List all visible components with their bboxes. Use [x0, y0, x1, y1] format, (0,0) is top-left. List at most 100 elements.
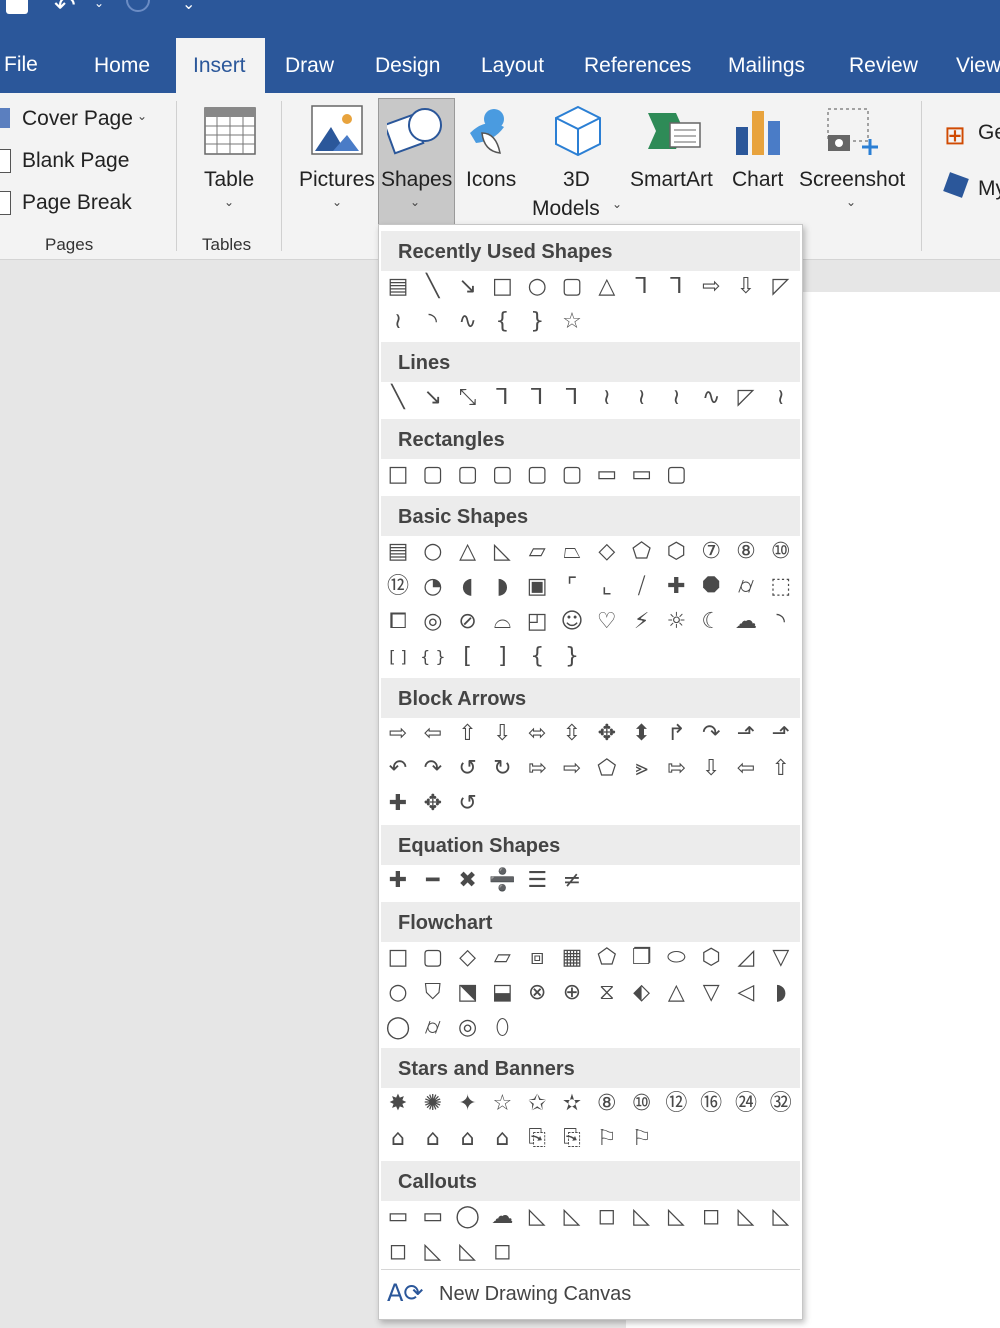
shape-icon[interactable]: ↺ — [453, 789, 483, 819]
shape-icon[interactable]: ▽ — [766, 943, 796, 973]
shape-icon[interactable]: ◇ — [592, 537, 622, 567]
shape-icon[interactable]: ▱ — [522, 537, 552, 567]
shape-icon[interactable]: ⅂ — [627, 272, 657, 302]
shape-icon[interactable]: ☆ — [487, 1089, 517, 1119]
shape-icon[interactable]: ⧠ — [383, 607, 413, 637]
shape-icon[interactable]: ⧖ — [592, 978, 622, 1008]
shape-icon[interactable]: ⧈ — [522, 943, 552, 973]
shape-icon[interactable]: ▦ — [557, 943, 587, 973]
table-button[interactable]: Table — [204, 168, 254, 192]
shape-icon[interactable]: △ — [661, 978, 691, 1008]
shape-icon[interactable]: ◗ — [487, 572, 517, 602]
shape-icon[interactable]: ≀ — [592, 383, 622, 413]
shape-icon[interactable]: ◻ — [592, 1202, 622, 1232]
shape-icon[interactable]: ⊘ — [453, 607, 483, 637]
shape-icon[interactable]: ⑦ — [696, 537, 726, 567]
shape-icon[interactable]: ⬄ — [522, 719, 552, 749]
shape-icon[interactable]: ➗ — [487, 866, 517, 896]
cover-page-button[interactable]: Cover Page — [22, 107, 133, 131]
tab-view[interactable]: View — [956, 54, 1000, 78]
shape-icon[interactable]: ✦ — [453, 1089, 483, 1119]
shape-icon[interactable]: ☆ — [557, 307, 587, 337]
shape-icon[interactable]: ⌞ — [592, 572, 622, 602]
shape-icon[interactable]: ◿ — [731, 943, 761, 973]
tab-design[interactable]: Design — [375, 54, 440, 78]
shape-icon[interactable]: ▭ — [627, 460, 657, 490]
shape-icon[interactable]: ☁ — [487, 1202, 517, 1232]
shape-icon[interactable]: ⇧ — [453, 719, 483, 749]
shape-icon[interactable]: ↘ — [418, 383, 448, 413]
shapes-button[interactable]: Shapes ⌄ — [378, 98, 455, 225]
shape-icon[interactable]: ▣ — [522, 572, 552, 602]
shape-icon[interactable]: ◺ — [627, 1202, 657, 1232]
shape-icon[interactable]: ⇰ — [522, 754, 552, 784]
shape-icon[interactable]: ⬯ — [487, 1013, 517, 1043]
shape-icon[interactable]: ○ — [522, 272, 552, 302]
shape-icon[interactable]: ◺ — [453, 1237, 483, 1267]
shape-icon[interactable]: ⑧ — [731, 537, 761, 567]
shape-icon[interactable]: ⌓ — [487, 607, 517, 637]
page-break-button[interactable]: Page Break — [22, 191, 132, 215]
shape-icon[interactable]: ✚ — [661, 572, 691, 602]
shape-icon[interactable]: ▭ — [383, 1202, 413, 1232]
shape-icon[interactable]: ⬠ — [592, 754, 622, 784]
shape-icon[interactable]: ◎ — [453, 1013, 483, 1043]
tab-references[interactable]: References — [584, 54, 691, 78]
shape-icon[interactable]: ⬠ — [592, 943, 622, 973]
shape-icon[interactable]: ◺ — [418, 1237, 448, 1267]
shape-icon[interactable]: ✺ — [418, 1089, 448, 1119]
shape-icon[interactable]: ∿ — [453, 307, 483, 337]
get-addins-button[interactable]: Ge — [978, 121, 1000, 145]
shape-icon[interactable]: ⇦ — [418, 719, 448, 749]
shape-icon[interactable]: ≠ — [557, 866, 587, 896]
shape-icon[interactable]: [ — [453, 642, 483, 672]
shape-icon[interactable]: □ — [383, 943, 413, 973]
shape-icon[interactable]: ✥ — [418, 789, 448, 819]
shape-icon[interactable]: ⬭ — [661, 943, 691, 973]
shape-icon[interactable]: ◯ — [453, 1202, 483, 1232]
chart-button[interactable]: Chart — [732, 168, 783, 192]
shape-icon[interactable]: ↷ — [696, 719, 726, 749]
my-addins-button[interactable]: My — [978, 177, 1000, 201]
shape-icon[interactable]: ◰ — [522, 607, 552, 637]
shape-icon[interactable]: ⅂ — [487, 383, 517, 413]
shape-icon[interactable]: ㉜ — [766, 1089, 796, 1119]
shape-icon[interactable]: [ ] — [383, 642, 413, 672]
shape-icon[interactable]: ≀ — [383, 307, 413, 337]
shape-icon[interactable]: ◸ — [766, 272, 796, 302]
shape-icon[interactable]: ⇨ — [383, 719, 413, 749]
shape-icon[interactable]: ⇩ — [487, 719, 517, 749]
shape-icon[interactable]: ↶ — [383, 754, 413, 784]
icons-button[interactable]: Icons — [466, 168, 516, 192]
shape-icon[interactable]: ⏢ — [557, 537, 587, 567]
shape-icon[interactable]: ☁ — [731, 607, 761, 637]
shape-icon[interactable]: ⬠ — [627, 537, 657, 567]
shape-icon[interactable]: ╲ — [383, 383, 413, 413]
shape-icon[interactable]: ▭ — [418, 1202, 448, 1232]
shape-icon[interactable]: ✚ — [383, 789, 413, 819]
tab-home[interactable]: Home — [94, 54, 150, 78]
shape-icon[interactable]: ⬓ — [487, 978, 517, 1008]
shape-icon[interactable]: ◻ — [696, 1202, 726, 1232]
shape-icon[interactable]: ↷ — [418, 754, 448, 784]
shape-icon[interactable]: ◖ — [453, 572, 483, 602]
shape-icon[interactable]: ⌭ — [418, 1013, 448, 1043]
shape-icon[interactable]: ╲ — [418, 272, 448, 302]
shape-icon[interactable]: ⇰ — [661, 754, 691, 784]
shape-icon[interactable]: ◔ — [418, 572, 448, 602]
shape-icon[interactable]: ⇳ — [557, 719, 587, 749]
shape-icon[interactable]: ⇨ — [696, 272, 726, 302]
shape-icon[interactable]: ⬚ — [766, 572, 796, 602]
shape-icon[interactable]: { — [522, 642, 552, 672]
shape-icon[interactable]: ≀ — [661, 383, 691, 413]
shape-icon[interactable]: ⌂ — [487, 1124, 517, 1154]
shape-icon[interactable]: □ — [487, 272, 517, 302]
shape-icon[interactable]: ◺ — [766, 1202, 796, 1232]
shape-icon[interactable]: ◺ — [522, 1202, 552, 1232]
shape-icon[interactable]: ▢ — [418, 943, 448, 973]
shape-icon[interactable]: ⬏ — [731, 719, 761, 749]
shape-icon[interactable]: ≀ — [766, 383, 796, 413]
shape-icon[interactable]: ⬡ — [696, 943, 726, 973]
shape-icon[interactable]: { } — [418, 642, 448, 672]
shape-icon[interactable]: ◻ — [383, 1237, 413, 1267]
